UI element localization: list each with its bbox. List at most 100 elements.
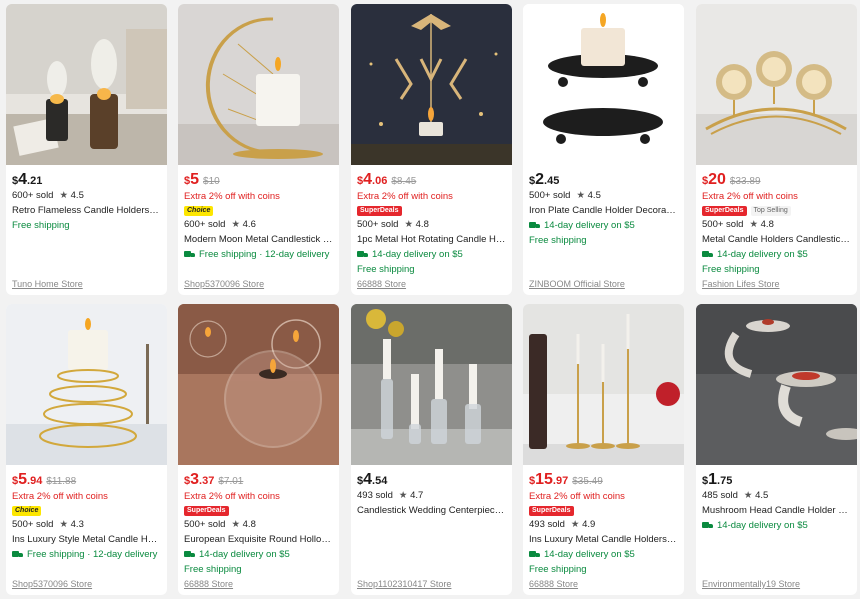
original-price: $10 [203, 176, 220, 187]
store-link[interactable]: 66888 Store [184, 579, 233, 589]
coin-promo: Extra 2% off with coins [702, 191, 798, 202]
original-price: $7.01 [218, 476, 244, 487]
truck-icon [184, 551, 196, 559]
price: $2.45 [529, 171, 560, 188]
free-shipping: Free shipping [702, 264, 760, 275]
product-title[interactable]: Modern Moon Metal Candlestick R... [184, 233, 333, 247]
free-shipping: Free shipping [529, 564, 587, 575]
sold-rating: 500+ sold ★ 4.3 [12, 519, 84, 530]
shipping-info: 14-day delivery on $5 [529, 548, 678, 562]
star-icon: ★ [231, 519, 240, 530]
product-grid: $4.21 600+ sold ★ 4.5 Retro Flameless Can… [0, 0, 860, 599]
choice-badge: Choice [184, 206, 214, 216]
superdeals-badge: SuperDeals [702, 206, 747, 216]
sold-rating: 500+ sold ★ 4.5 [529, 190, 601, 201]
mushroom-hand-holder-image[interactable] [696, 304, 857, 465]
shipping-info: 14-day delivery on $5 [529, 219, 678, 233]
moon-candle-holder-image[interactable] [178, 4, 339, 165]
original-price: $11.88 [46, 476, 77, 487]
sold-rating: 600+ sold ★ 4.6 [184, 219, 256, 230]
free-shipping: Free shipping [184, 564, 242, 575]
star-icon: ★ [749, 219, 758, 230]
product-card[interactable]: $15.97 $35.49 Extra 2% off with coins Sup… [523, 304, 684, 595]
store-link[interactable]: Tuno Home Store [12, 279, 83, 289]
iron-plate-candle-image[interactable] [523, 4, 684, 165]
store-link[interactable]: Shop5370096 Store [184, 279, 264, 289]
crystal-candle-holders-image[interactable] [696, 4, 857, 165]
product-card[interactable]: $5.94 $11.88 Extra 2% off with coins Choi… [6, 304, 167, 595]
price: $20 $33.89 [702, 171, 761, 188]
truck-icon [702, 522, 714, 530]
price: $5 $10 [184, 171, 220, 188]
shipping-info: 14-day delivery on $5 [702, 248, 851, 262]
store-link[interactable]: Shop5370096 Store [12, 579, 92, 589]
product-card[interactable]: $4.54 493 sold ★ 4.7 Candlestick Wedding … [351, 304, 512, 595]
product-card[interactable]: $4.06 $8.45 Extra 2% off with coins Super… [351, 4, 512, 295]
original-price: $8.45 [391, 176, 417, 187]
glass-candlesticks-image[interactable] [351, 304, 512, 465]
sold-rating: 500+ sold ★ 4.8 [184, 519, 256, 530]
star-icon: ★ [576, 190, 585, 201]
free-shipping: Free shipping [529, 235, 587, 246]
price: $1.75 [702, 471, 733, 488]
oil-lamp-candle-image[interactable] [6, 4, 167, 165]
shipping-info: 14-day delivery on $5 [702, 519, 851, 533]
top-selling-badge: Top Selling [750, 206, 791, 216]
glass-globe-candle-image[interactable] [178, 304, 339, 465]
original-price: $35.49 [572, 476, 603, 487]
truck-icon [702, 251, 714, 259]
coin-promo: Extra 2% off with coins [184, 191, 280, 202]
product-card[interactable]: $5 $10 Extra 2% off with coins Choice 600… [178, 4, 339, 295]
product-card[interactable]: $4.21 600+ sold ★ 4.5 Retro Flameless Can… [6, 4, 167, 295]
product-card[interactable]: $3.37 $7.01 Extra 2% off with coins Super… [178, 304, 339, 595]
star-icon: ★ [570, 519, 580, 530]
product-title[interactable]: Iron Plate Candle Holder Decorativ... [529, 204, 678, 218]
price: $3.37 $7.01 [184, 471, 244, 488]
product-card[interactable]: $20 $33.89 Extra 2% off with coins SuperD… [696, 4, 857, 295]
coin-promo: Extra 2% off with coins [357, 191, 453, 202]
shipping-info: 14-day delivery on $5 [184, 548, 333, 562]
product-title[interactable]: Mushroom Head Candle Holder W... [702, 504, 851, 518]
store-link[interactable]: 66888 Store [357, 279, 406, 289]
product-title[interactable]: European Exquisite Round Hollow ... [184, 533, 333, 547]
store-link[interactable]: 66888 Store [529, 579, 578, 589]
product-title[interactable]: Candlestick Wedding Centerpiece C... [357, 504, 506, 518]
sold-rating: 493 sold ★ 4.7 [357, 490, 424, 501]
truck-icon [357, 251, 369, 259]
choice-badge: Choice [12, 506, 42, 516]
star-icon: ★ [398, 490, 408, 501]
store-link[interactable]: Fashion Lifes Store [702, 279, 780, 289]
product-title[interactable]: Metal Candle Holders Candlestick C... [702, 233, 851, 247]
sold-rating: 500+ sold ★ 4.8 [702, 219, 774, 230]
shipping-info: Free shipping [12, 220, 70, 231]
star-icon: ★ [404, 219, 413, 230]
product-title[interactable]: Ins Luxury Style Metal Candle Hold... [12, 533, 161, 547]
product-title[interactable]: Retro Flameless Candle Holders Ca... [12, 204, 161, 218]
sold-rating: 493 sold ★ 4.9 [529, 519, 596, 530]
truck-icon [12, 551, 24, 559]
gold-taper-holders-image[interactable] [523, 304, 684, 465]
sold-rating: 600+ sold ★ 4.5 [12, 190, 84, 201]
spiral-candle-holder-image[interactable] [6, 304, 167, 465]
coin-promo: Extra 2% off with coins [12, 491, 108, 502]
store-link[interactable]: ZINBOOM Official Store [529, 279, 625, 289]
sold-rating: 500+ sold ★ 4.8 [357, 219, 429, 230]
free-shipping: Free shipping [357, 264, 415, 275]
product-title[interactable]: Ins Luxury Metal Candle Holders C... [529, 533, 678, 547]
coin-promo: Extra 2% off with coins [529, 491, 625, 502]
product-card[interactable]: $1.75 485 sold ★ 4.5 Mushroom Head Candle… [696, 304, 857, 595]
price: $5.94 $11.88 [12, 471, 77, 488]
price: $4.06 $8.45 [357, 171, 417, 188]
star-icon: ★ [743, 490, 753, 501]
superdeals-badge: SuperDeals [184, 506, 229, 516]
shipping-info: Free shipping · 12-day delivery [12, 548, 161, 562]
price: $15.97 $35.49 [529, 471, 603, 488]
original-price: $33.89 [729, 176, 761, 187]
price: $4.54 [357, 471, 388, 488]
product-card[interactable]: $2.45 500+ sold ★ 4.5 Iron Plate Candle H… [523, 4, 684, 295]
rotating-fairy-candle-image[interactable] [351, 4, 512, 165]
store-link[interactable]: Shop1102310417 Store [357, 579, 451, 589]
product-title[interactable]: 1pc Metal Hot Rotating Candle Hol... [357, 233, 506, 247]
store-link[interactable]: Environmentally19 Store [702, 579, 800, 589]
star-icon: ★ [59, 519, 68, 530]
